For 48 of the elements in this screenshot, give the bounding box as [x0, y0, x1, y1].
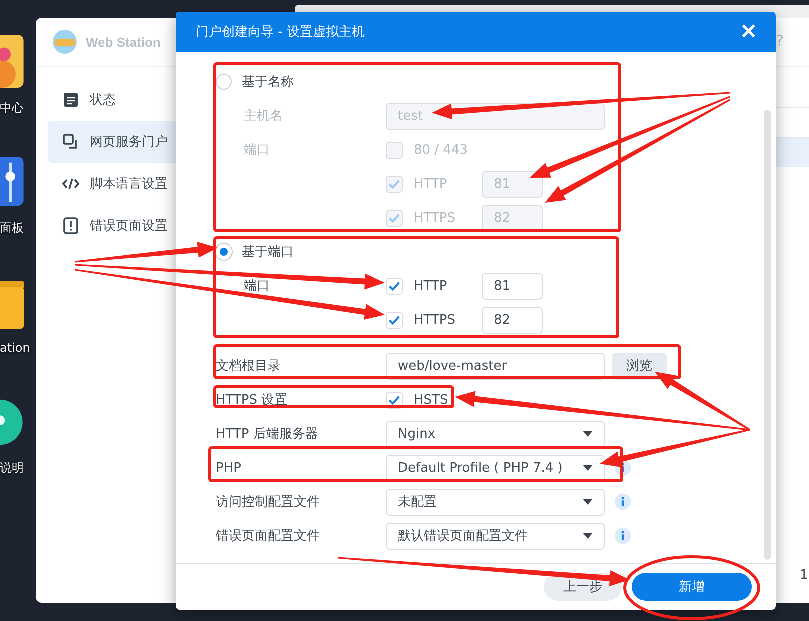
- caret-icon: [583, 499, 593, 505]
- dropdown[interactable]: 未配置: [386, 488, 605, 516]
- field-label: 端口: [244, 278, 270, 295]
- checkbox[interactable]: [386, 176, 403, 192]
- port-field[interactable]: 81: [482, 272, 543, 300]
- document-icon: [62, 91, 80, 109]
- field-label: HTTPS 设置: [216, 392, 288, 409]
- radio-label[interactable]: 基于端口: [242, 243, 294, 261]
- checkbox[interactable]: [386, 312, 403, 328]
- checkbox[interactable]: [386, 278, 403, 294]
- app-label[interactable]: 面板: [0, 220, 40, 237]
- scrollbar[interactable]: [764, 110, 771, 560]
- radio-button[interactable]: [216, 74, 232, 90]
- checkbox[interactable]: [386, 210, 403, 226]
- port-field[interactable]: 82: [482, 306, 543, 334]
- app-label[interactable]: 说明: [0, 460, 40, 477]
- sidebar-item[interactable]: 脚本语言设置: [48, 163, 218, 205]
- field-label: 主机名: [244, 108, 283, 125]
- dropdown[interactable]: Nginx: [386, 420, 605, 448]
- windows-icon: [62, 133, 80, 151]
- page-number: 1: [800, 568, 808, 583]
- checkbox-label[interactable]: HTTP: [414, 278, 482, 294]
- sidebar-item[interactable]: 状态: [48, 79, 218, 121]
- field-label: PHP: [216, 460, 242, 476]
- field-label: 文档根目录: [216, 358, 281, 375]
- info-icon[interactable]: [614, 493, 632, 511]
- checkbox-label[interactable]: HTTPS: [414, 312, 482, 328]
- add-button[interactable]: 新增: [632, 573, 752, 601]
- app-label[interactable]: 中心: [0, 100, 40, 117]
- checkbox-label[interactable]: HSTS: [414, 392, 482, 408]
- dropdown[interactable]: Default Profile ( PHP 7.4 ): [386, 454, 605, 482]
- field-label: 错误页面配置文件: [216, 528, 320, 545]
- window-title: Web Station: [86, 34, 161, 50]
- radio-label[interactable]: 基于名称: [242, 73, 294, 91]
- dialog-title: 门户创建向导 - 设置虚拟主机: [196, 24, 365, 41]
- alert-icon: [62, 217, 80, 235]
- globe-logo-icon: [52, 29, 78, 55]
- app-icon[interactable]: [0, 35, 25, 90]
- close-button[interactable]: ×: [740, 21, 758, 43]
- caret-icon: [583, 533, 593, 539]
- info-icon[interactable]: [614, 527, 632, 545]
- dropdown[interactable]: 默认错误页面配置文件: [386, 522, 605, 550]
- field-label: HTTP 后端服务器: [216, 426, 318, 443]
- field-label: 访问控制配置文件: [216, 494, 320, 511]
- field-label: 端口: [244, 142, 270, 159]
- app-label[interactable]: ation: [0, 341, 40, 355]
- caret-icon: [583, 465, 593, 471]
- checkbox[interactable]: [386, 142, 403, 158]
